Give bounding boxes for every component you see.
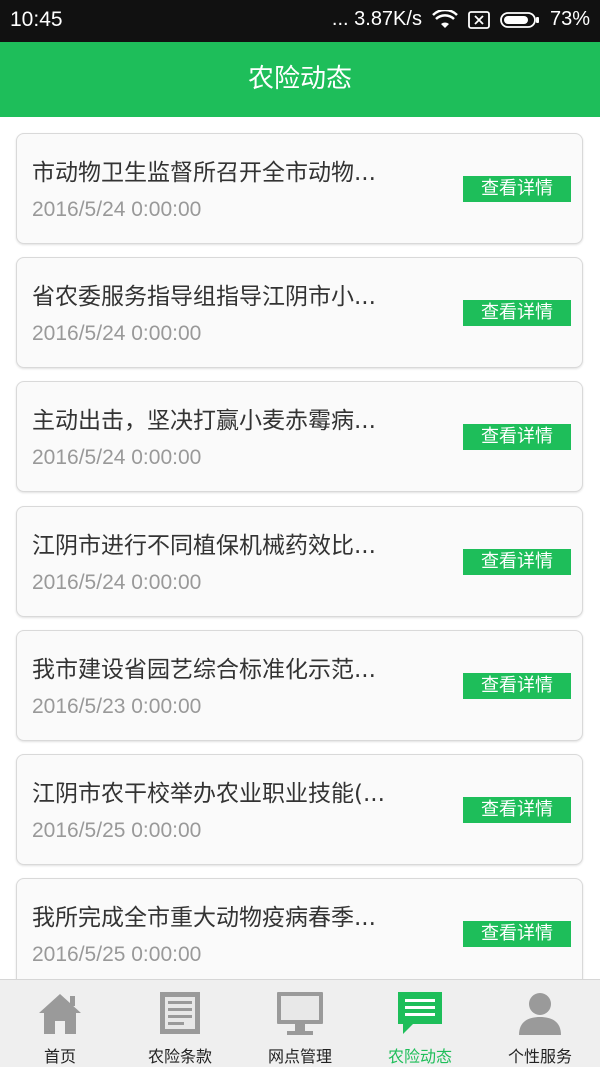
battery-icon bbox=[500, 10, 540, 30]
news-list[interactable]: 市动物卫生监督所召开全市动物... 2016/5/24 0:00:00 查看详情… bbox=[0, 117, 600, 979]
view-details-button[interactable]: 查看详情 bbox=[463, 797, 571, 823]
view-details-button[interactable]: 查看详情 bbox=[463, 424, 571, 450]
news-item[interactable]: 省农委服务指导组指导江阴市小... 2016/5/24 0:00:00 查看详情 bbox=[16, 257, 583, 368]
news-item[interactable]: 市动物卫生监督所召开全市动物... 2016/5/24 0:00:00 查看详情 bbox=[16, 133, 583, 244]
tab-label: 网点管理 bbox=[267, 1047, 332, 1066]
bottom-tab-bar: 首页 农险条款 网点管理 农险动态 个性服务 bbox=[0, 979, 600, 1067]
news-item[interactable]: 江阴市农干校举办农业职业技能(... 2016/5/25 0:00:00 查看详… bbox=[16, 754, 583, 865]
tab-outlet-management[interactable]: 网点管理 bbox=[240, 980, 360, 1067]
tab-label: 首页 bbox=[43, 1047, 76, 1066]
view-details-button[interactable]: 查看详情 bbox=[463, 673, 571, 699]
news-title: 主动出击，坚决打赢小麦赤霉病... bbox=[32, 408, 376, 434]
news-item[interactable]: 主动出击，坚决打赢小麦赤霉病... 2016/5/24 0:00:00 查看详情 bbox=[16, 381, 583, 492]
news-title: 市动物卫生监督所召开全市动物... bbox=[32, 160, 376, 186]
tab-policy-terms[interactable]: 农险条款 bbox=[120, 980, 240, 1067]
monitor-icon bbox=[275, 988, 325, 1038]
document-icon bbox=[155, 988, 205, 1038]
tab-label: 农险动态 bbox=[387, 1047, 452, 1066]
tab-label: 农险条款 bbox=[147, 1047, 212, 1066]
news-item[interactable]: 我所完成全市重大动物疫病春季... 2016/5/25 0:00:00 查看详情 bbox=[16, 878, 583, 979]
news-date: 2016/5/24 0:00:00 bbox=[32, 571, 202, 594]
sim-icon bbox=[468, 10, 490, 30]
status-indicators: ... 3.87K/s 73% bbox=[332, 8, 590, 31]
status-bar: 10:45 ... 3.87K/s 73% bbox=[0, 0, 600, 42]
view-details-button[interactable]: 查看详情 bbox=[463, 549, 571, 575]
network-speed: ... 3.87K/s bbox=[331, 8, 422, 30]
view-details-button[interactable]: 查看详情 bbox=[463, 921, 571, 947]
tab-home[interactable]: 首页 bbox=[0, 980, 120, 1067]
battery-percent: 73% bbox=[549, 8, 590, 30]
user-icon bbox=[515, 988, 565, 1038]
news-date: 2016/5/24 0:00:00 bbox=[32, 446, 202, 469]
view-details-button[interactable]: 查看详情 bbox=[463, 300, 571, 326]
news-title: 江阴市农干校举办农业职业技能(... bbox=[32, 781, 385, 807]
news-date: 2016/5/25 0:00:00 bbox=[32, 943, 202, 966]
wifi-icon bbox=[432, 9, 458, 30]
tab-insurance-news[interactable]: 农险动态 bbox=[360, 980, 480, 1067]
news-date: 2016/5/23 0:00:00 bbox=[32, 695, 202, 718]
message-icon bbox=[395, 988, 445, 1038]
news-title: 江阴市进行不同植保机械药效比... bbox=[32, 533, 376, 559]
home-icon bbox=[35, 988, 85, 1038]
news-date: 2016/5/24 0:00:00 bbox=[32, 322, 202, 345]
news-title: 我市建设省园艺综合标准化示范... bbox=[32, 657, 376, 683]
page-title: 农险动态 bbox=[247, 64, 352, 94]
news-date: 2016/5/24 0:00:00 bbox=[32, 198, 202, 221]
view-details-button[interactable]: 查看详情 bbox=[463, 176, 571, 202]
news-date: 2016/5/25 0:00:00 bbox=[32, 819, 202, 842]
app-header: 农险动态 bbox=[0, 42, 600, 117]
news-title: 省农委服务指导组指导江阴市小... bbox=[32, 284, 376, 310]
news-item[interactable]: 江阴市进行不同植保机械药效比... 2016/5/24 0:00:00 查看详情 bbox=[16, 506, 583, 617]
news-title: 我所完成全市重大动物疫病春季... bbox=[32, 905, 376, 931]
tab-personal-service[interactable]: 个性服务 bbox=[480, 980, 600, 1067]
news-item[interactable]: 我市建设省园艺综合标准化示范... 2016/5/23 0:00:00 查看详情 bbox=[16, 630, 583, 741]
tab-label: 个性服务 bbox=[507, 1047, 572, 1066]
status-time: 10:45 bbox=[10, 8, 63, 31]
